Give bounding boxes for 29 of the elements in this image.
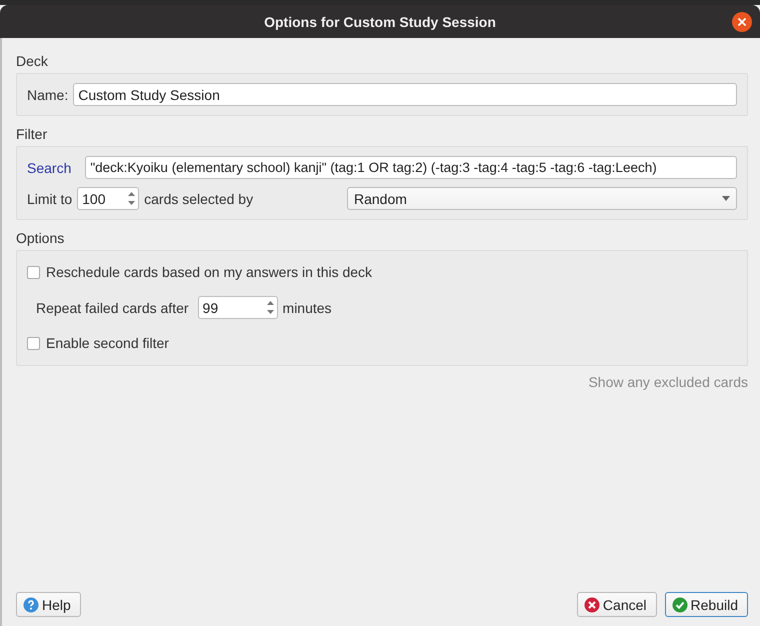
section-heading: Deck [16, 53, 49, 69]
dropdown-arrow-icon[interactable] [722, 196, 730, 201]
cancel-button[interactable]: Cancel [576, 592, 657, 617]
name-field[interactable]: Custom Study Session [73, 83, 737, 106]
minutes-spinbox[interactable]: 99 [198, 296, 278, 319]
unit-label: minutes [282, 300, 332, 316]
window-title: Options for Custom Study Session [264, 14, 496, 30]
checkbox-label: Enable second filter [46, 335, 169, 351]
field-label: Name: [27, 86, 68, 102]
spinner-arrows-icon[interactable] [127, 190, 136, 207]
spinner-arrows-icon[interactable] [266, 299, 275, 316]
limit-spinbox[interactable]: 100 [77, 187, 140, 210]
rebuild-button[interactable]: Rebuild [664, 592, 748, 617]
search-field[interactable]: "deck:Kyoiku (elementary school) kanji" (tag:1 OR tag:2) (-tag:3 -tag:4 -tag:5 -tag:6 -tag:Leech) [85, 156, 737, 179]
check-icon [672, 596, 688, 612]
section-heading: Filter [16, 126, 48, 142]
field-label: cards selected by [144, 190, 254, 206]
cancel-icon [584, 596, 600, 612]
field-label: Repeat failed cards after [36, 300, 189, 316]
section-heading: Options [16, 230, 66, 246]
field-label: Limit to [27, 190, 72, 206]
help-icon [23, 596, 39, 612]
order-dropdown[interactable]: Random [347, 187, 737, 210]
checkbox[interactable] [27, 336, 40, 350]
help-button[interactable]: Help [16, 592, 81, 617]
checkbox-label: Reschedule cards based on my answers in this deck [46, 264, 372, 280]
search-label: Search [27, 160, 72, 176]
close-icon[interactable] [732, 12, 752, 32]
checkbox[interactable] [27, 266, 40, 278]
